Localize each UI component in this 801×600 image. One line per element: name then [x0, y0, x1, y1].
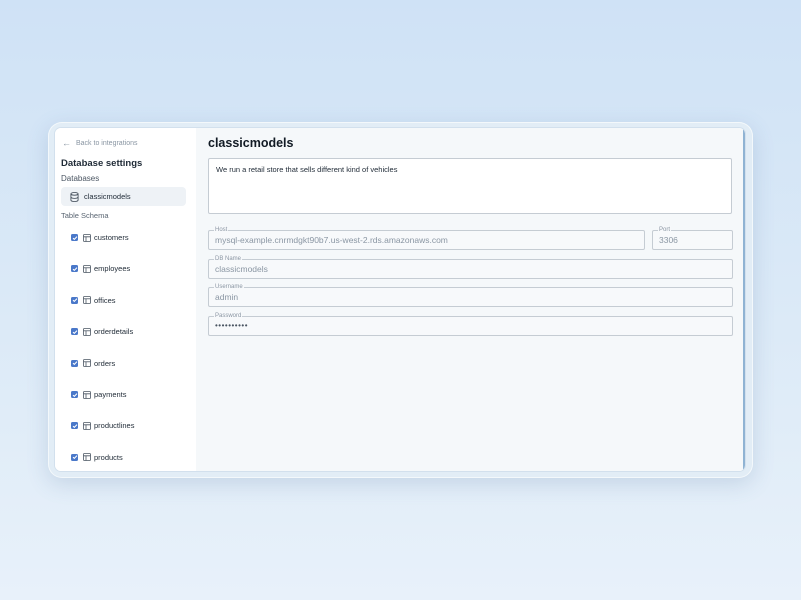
host-input[interactable] [215, 235, 638, 245]
table-row[interactable]: productlines [71, 421, 134, 430]
description-textarea[interactable]: We run a retail store that sells differe… [208, 158, 732, 214]
table-icon [83, 264, 91, 273]
password-label: Password [214, 312, 243, 320]
table-checkbox[interactable] [71, 328, 78, 336]
check-icon [72, 235, 77, 240]
username-label: Username [214, 283, 244, 291]
host-field-container: Host [208, 226, 645, 250]
password-field-container: Password [208, 312, 733, 336]
databases-heading: Databases [61, 174, 100, 183]
host-label: Host [214, 226, 229, 234]
dbname-input[interactable] [215, 264, 726, 274]
check-icon [72, 361, 77, 366]
sidebar-item-label: classicmodels [84, 192, 131, 201]
back-to-integrations-link[interactable]: ← Back to integrations [62, 138, 137, 148]
port-input[interactable] [659, 235, 726, 245]
table-icon [83, 233, 91, 242]
table-name-label: customers [94, 233, 129, 242]
database-icon [70, 191, 79, 202]
check-icon [72, 329, 77, 334]
table-icon [83, 390, 91, 399]
back-link-label: Back to integrations [76, 139, 138, 147]
table-name-label: payments [94, 390, 127, 399]
username-input[interactable] [215, 292, 726, 302]
table-row[interactable]: payments [71, 390, 127, 399]
check-icon [72, 392, 77, 397]
table-row[interactable]: orders [71, 359, 115, 368]
sidebar-item-classicmodels[interactable]: classicmodels [61, 187, 186, 206]
app-window: ← Back to integrations Database settings… [55, 128, 745, 471]
table-name-label: employees [94, 264, 131, 274]
table-schema-heading: Table Schema [61, 211, 109, 220]
table-name-label: offices [94, 295, 116, 305]
table-checkbox[interactable] [71, 296, 78, 304]
password-input[interactable] [215, 321, 726, 330]
table-icon [83, 296, 91, 305]
table-checkbox[interactable] [71, 265, 78, 273]
table-name-label: productlines [94, 421, 135, 431]
table-checkbox[interactable] [71, 453, 78, 461]
check-icon [72, 267, 77, 272]
check-icon [72, 455, 77, 460]
main-panel: classicmodels We run a retail store that… [196, 128, 745, 471]
table-checkbox[interactable] [71, 359, 78, 367]
table-name-label: products [94, 452, 123, 462]
username-field-container: Username [208, 283, 733, 307]
table-row[interactable]: products [71, 453, 123, 462]
table-name-label: orders [94, 358, 116, 368]
check-icon [72, 424, 77, 429]
table-row[interactable]: orderdetails [71, 327, 133, 336]
table-icon [83, 327, 91, 336]
table-row[interactable]: employees [71, 264, 130, 273]
page-title: classicmodels [208, 136, 294, 150]
port-label: Port [658, 226, 672, 234]
sidebar: ← Back to integrations Database settings… [55, 128, 196, 471]
arrow-left-icon: ← [62, 138, 71, 148]
table-icon [83, 359, 91, 367]
port-field-container: Port [652, 226, 733, 250]
table-icon [83, 421, 91, 430]
sidebar-title: Database settings [61, 158, 143, 169]
dbname-field-container: DB Name [208, 255, 733, 279]
dbname-label: DB Name [214, 255, 243, 263]
table-icon [83, 453, 91, 462]
table-row[interactable]: offices [71, 296, 116, 305]
table-checkbox[interactable] [71, 234, 78, 241]
table-name-label: orderdetails [94, 327, 134, 337]
table-row[interactable]: customers [71, 233, 129, 242]
check-icon [72, 298, 77, 303]
table-checkbox[interactable] [71, 391, 78, 398]
table-checkbox[interactable] [71, 422, 78, 430]
